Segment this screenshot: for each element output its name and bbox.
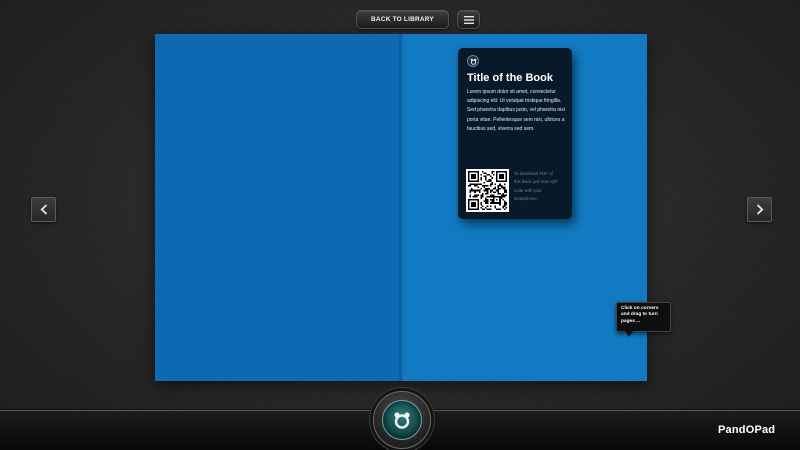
book-spread[interactable] xyxy=(155,34,647,381)
next-page-button[interactable] xyxy=(747,197,772,222)
qr-caption: To download PDF of this Book just scan Q… xyxy=(514,171,558,202)
chevron-left-icon xyxy=(39,204,47,215)
pandopad-bear-icon xyxy=(467,55,479,67)
home-button-face xyxy=(382,400,422,440)
book-info-card: Title of the Book Lorem ipsum dolor sit … xyxy=(458,48,572,219)
tooltip-pointer xyxy=(625,331,633,337)
qr-code xyxy=(466,169,509,212)
bear-face-icon xyxy=(394,412,410,429)
home-button[interactable] xyxy=(373,391,431,449)
back-to-library-label: BACK TO LIBRARY xyxy=(371,16,434,23)
menu-button[interactable] xyxy=(457,10,480,29)
book-spine xyxy=(399,34,405,381)
brand-logo: PandOPad xyxy=(718,424,776,436)
left-page[interactable] xyxy=(155,34,402,381)
book-description: Lorem ipsum dolor sit amet, consectetur … xyxy=(467,89,565,132)
hamburger-menu-icon xyxy=(463,15,474,24)
book-title: Title of the Book xyxy=(467,72,553,84)
back-to-library-button[interactable]: BACK TO LIBRARY xyxy=(356,10,449,29)
tooltip-text: Click on corners and drag to turn pages … xyxy=(621,306,659,324)
chevron-right-icon xyxy=(756,204,764,215)
page-turn-tooltip: Click on corners and drag to turn pages … xyxy=(616,302,671,332)
previous-page-button[interactable] xyxy=(31,197,56,222)
